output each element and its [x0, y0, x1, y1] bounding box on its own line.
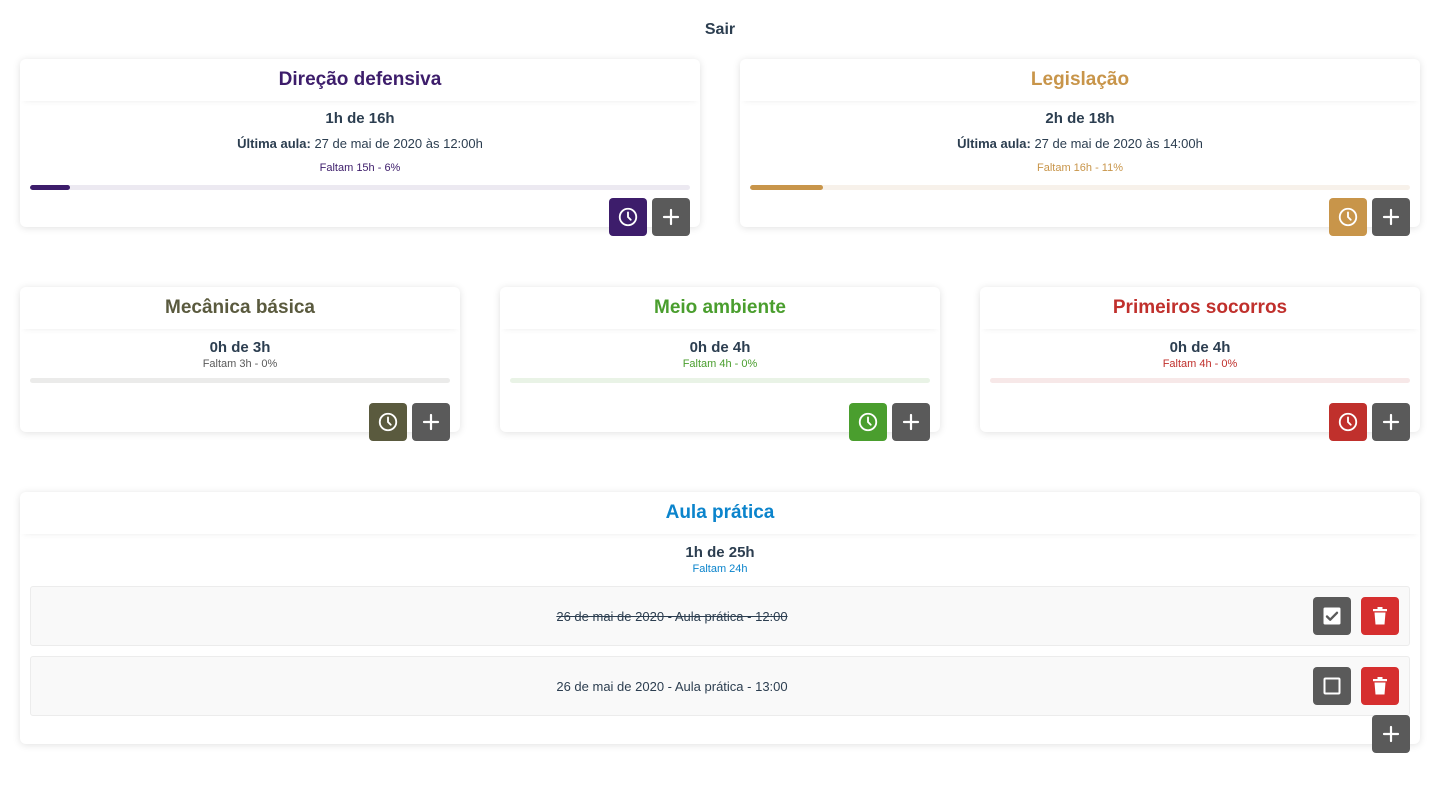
- clock-icon: [1338, 207, 1358, 227]
- checkbox-checked-icon: [1323, 607, 1341, 625]
- last-class-label: Última aula:: [957, 136, 1031, 151]
- clock-icon: [1338, 412, 1358, 432]
- plus-icon: [1382, 413, 1400, 431]
- remaining-text: Faltam 4h - 0%: [682, 358, 758, 370]
- course-title: Legislação: [740, 59, 1420, 101]
- delete-button[interactable]: [1361, 667, 1399, 705]
- progress-bar: [30, 185, 690, 190]
- last-class-info: Última aula: 27 de mai de 2020 às 14:00h: [740, 136, 1420, 151]
- clock-icon: [858, 412, 878, 432]
- progress-bar: [750, 185, 1410, 190]
- plus-icon: [1382, 208, 1400, 226]
- course-hours: 0h de 4h: [689, 339, 751, 356]
- plus-icon: [422, 413, 440, 431]
- history-button[interactable]: [1329, 403, 1367, 441]
- remaining-text: Faltam 15h - 6%: [319, 162, 401, 174]
- toggle-done-button[interactable]: [1313, 667, 1351, 705]
- remaining-text: Faltam 16h - 11%: [1036, 162, 1123, 174]
- last-class-info: Última aula: 27 de mai de 2020 às 12:00h: [20, 136, 700, 151]
- last-class-label: Última aula:: [237, 136, 311, 151]
- practice-title: Aula prática: [20, 492, 1420, 534]
- course-title: Mecânica básica: [20, 287, 460, 329]
- plus-icon: [1382, 725, 1400, 743]
- course-card-meio-ambiente: Meio ambiente 0h de 4h Faltam 4h - 0%: [500, 287, 940, 441]
- add-class-button[interactable]: [412, 403, 450, 441]
- course-card-legislacao: Legislação 2h de 18h Última aula: 27 de …: [740, 59, 1420, 236]
- trash-icon: [1373, 677, 1387, 695]
- plus-icon: [662, 208, 680, 226]
- clock-icon: [618, 207, 638, 227]
- add-practice-button[interactable]: [1372, 715, 1410, 753]
- course-card-direcao-defensiva: Direção defensiva 1h de 16h Última aula:…: [20, 59, 700, 236]
- plus-icon: [902, 413, 920, 431]
- course-title: Direção defensiva: [20, 59, 700, 101]
- practice-item-text: 26 de mai de 2020 - Aula prática - 13:00: [556, 678, 788, 694]
- last-class-value: 27 de mai de 2020 às 14:00h: [1030, 136, 1203, 151]
- progress-fill: [750, 185, 823, 190]
- history-button[interactable]: [609, 198, 647, 236]
- history-button[interactable]: [849, 403, 887, 441]
- last-class-value: 27 de mai de 2020 às 12:00h: [310, 136, 483, 151]
- practice-remaining: Faltam 24h: [692, 563, 748, 575]
- practice-item: 26 de mai de 2020 - Aula prática - 12:00: [30, 586, 1410, 646]
- course-title: Primeiros socorros: [980, 287, 1420, 329]
- checkbox-empty-icon: [1323, 677, 1341, 695]
- clock-icon: [378, 412, 398, 432]
- course-hours: 0h de 3h: [209, 339, 271, 356]
- add-class-button[interactable]: [892, 403, 930, 441]
- remaining-text: Faltam 3h - 0%: [202, 358, 278, 370]
- practice-item: 26 de mai de 2020 - Aula prática - 13:00: [30, 656, 1410, 716]
- course-title: Meio ambiente: [500, 287, 940, 329]
- course-hours: 2h de 18h: [1045, 110, 1115, 127]
- delete-button[interactable]: [1361, 597, 1399, 635]
- progress-bar: [510, 378, 930, 383]
- practice-item-text: 26 de mai de 2020 - Aula prática - 12:00: [556, 608, 788, 624]
- progress-bar: [30, 378, 450, 383]
- course-hours: 1h de 16h: [325, 110, 395, 127]
- logout-link[interactable]: Sair: [0, 21, 1440, 39]
- history-button[interactable]: [1329, 198, 1367, 236]
- course-hours: 0h de 4h: [1169, 339, 1231, 356]
- course-card-primeiros-socorros: Primeiros socorros 0h de 4h Faltam 4h - …: [980, 287, 1420, 441]
- practice-hours: 1h de 25h: [685, 544, 755, 561]
- add-class-button[interactable]: [652, 198, 690, 236]
- toggle-done-button[interactable]: [1313, 597, 1351, 635]
- history-button[interactable]: [369, 403, 407, 441]
- trash-icon: [1373, 607, 1387, 625]
- practice-card: Aula prática 1h de 25h Faltam 24h 26 de …: [20, 492, 1420, 753]
- course-card-mecanica-basica: Mecânica básica 0h de 3h Faltam 3h - 0%: [20, 287, 460, 441]
- add-class-button[interactable]: [1372, 403, 1410, 441]
- remaining-text: Faltam 4h - 0%: [1162, 358, 1238, 370]
- progress-bar: [990, 378, 1410, 383]
- progress-fill: [30, 185, 70, 190]
- add-class-button[interactable]: [1372, 198, 1410, 236]
